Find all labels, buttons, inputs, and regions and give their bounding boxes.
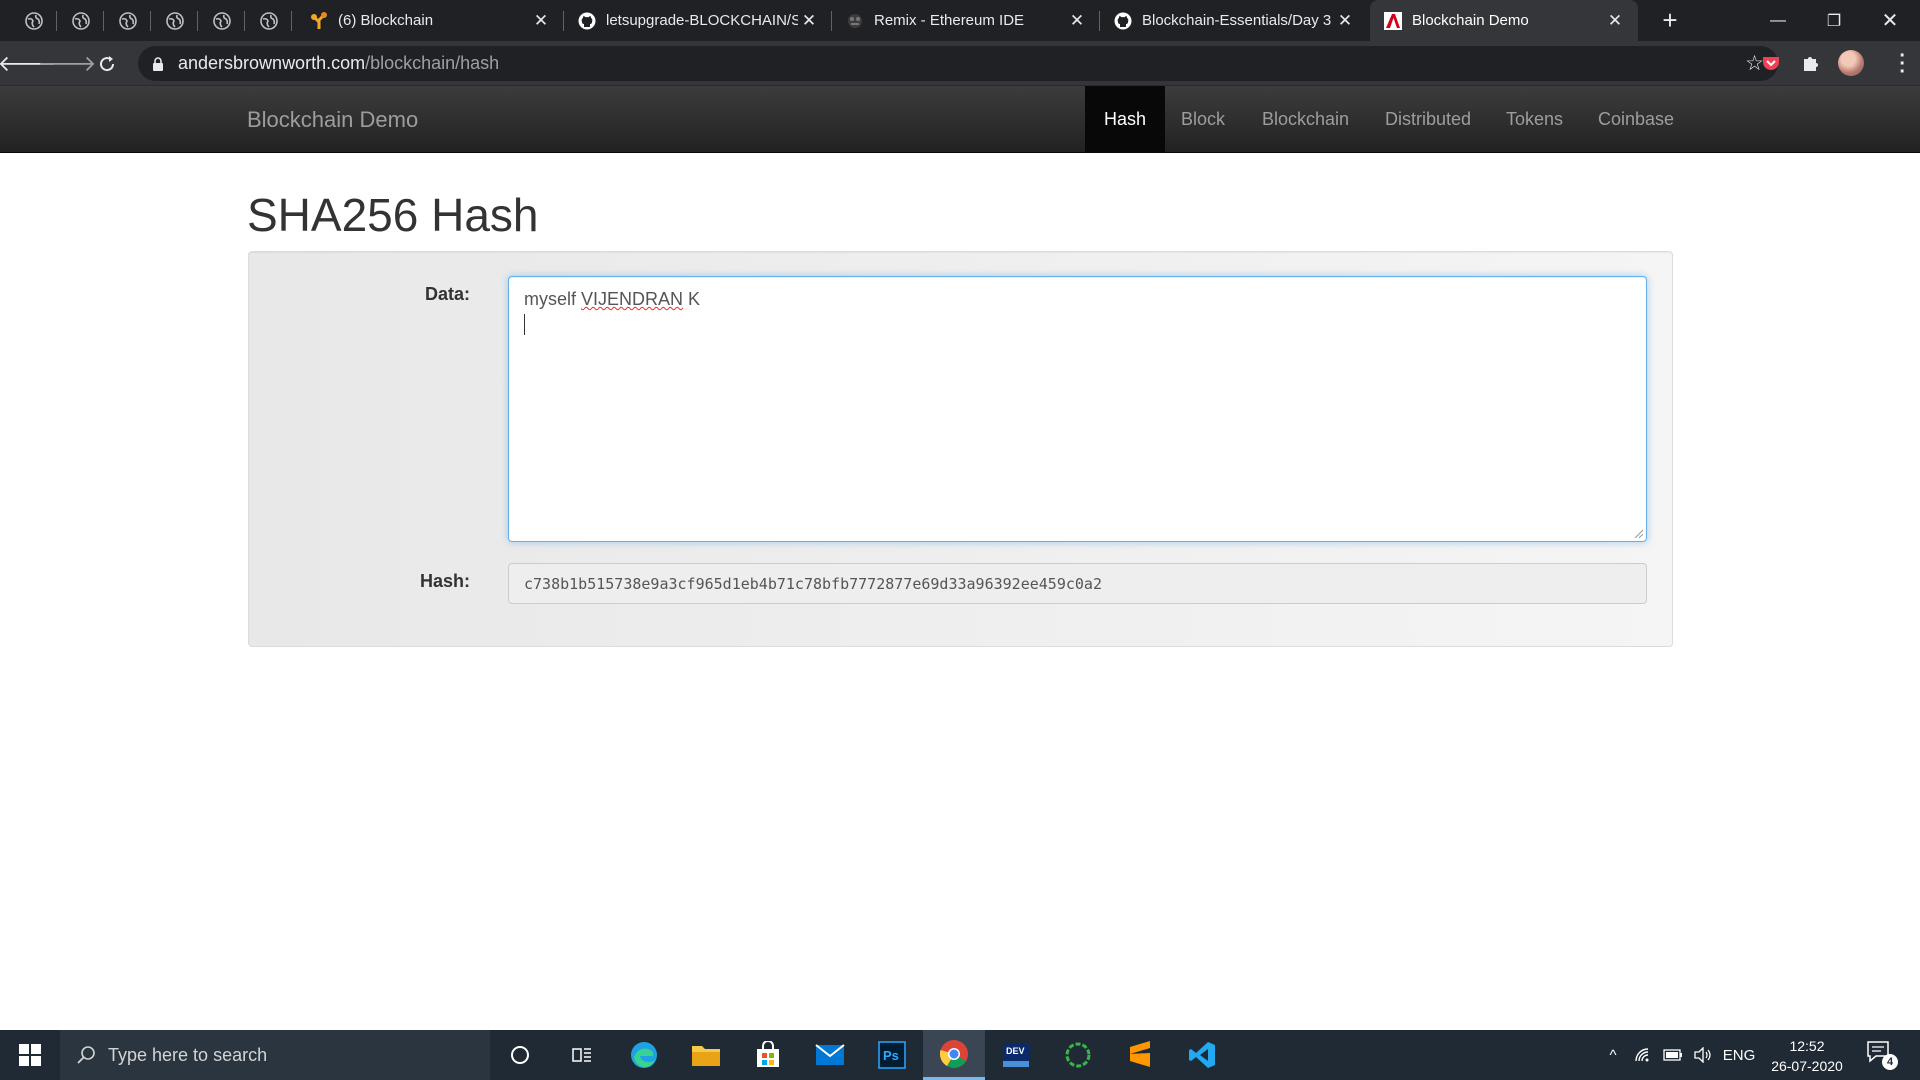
extensions-puzzle-icon[interactable]: [1798, 50, 1824, 76]
pinned-tab-2[interactable]: [57, 0, 104, 41]
svg-text:Ps: Ps: [883, 1048, 899, 1063]
page-title: SHA256 Hash: [247, 189, 539, 241]
close-tab-icon[interactable]: ✕: [1604, 10, 1626, 32]
restore-button[interactable]: ❐: [1806, 0, 1862, 41]
remix-icon: [846, 12, 864, 30]
chrome-menu-icon[interactable]: · · ·: [1899, 46, 1906, 82]
battery-icon[interactable]: [1658, 1030, 1688, 1080]
lock-icon: [153, 56, 163, 71]
nav-distributed[interactable]: Distributed: [1366, 86, 1490, 153]
misspelled-word: VIJENDRAN: [581, 289, 684, 309]
file-explorer-icon[interactable]: [675, 1030, 737, 1080]
tab-letsupgrade[interactable]: letsupgrade-BLOCKCHAIN/S ✕: [564, 0, 832, 41]
search-icon: [77, 1046, 95, 1064]
show-hidden-icons-chevron-icon[interactable]: ^: [1598, 1030, 1628, 1080]
tab-blockchain[interactable]: (6) Blockchain ✕: [296, 0, 564, 41]
loading-app-icon[interactable]: [1047, 1030, 1109, 1080]
pinned-tab-4[interactable]: [151, 0, 198, 41]
pinned-tab-1[interactable]: [10, 0, 57, 41]
tab-blockchain-demo[interactable]: Blockchain Demo ✕: [1370, 0, 1638, 41]
close-tab-icon[interactable]: ✕: [798, 10, 820, 32]
notification-badge: 4: [1882, 1054, 1898, 1070]
notification-center-icon[interactable]: 4: [1866, 1040, 1898, 1070]
nav-tokens[interactable]: Tokens: [1487, 86, 1582, 153]
svg-text:DEV: DEV: [1006, 1046, 1025, 1056]
taskbar-clock[interactable]: 12:52 26-07-2020: [1762, 1036, 1852, 1076]
text-caret: [524, 314, 525, 335]
tab-title: Blockchain Demo: [1412, 12, 1529, 29]
globe-icon: [259, 11, 278, 30]
hash-label: Hash:: [419, 571, 470, 591]
nav-block[interactable]: Block: [1162, 86, 1244, 153]
tab-remix[interactable]: Remix - Ethereum IDE ✕: [832, 0, 1100, 41]
wifi-icon[interactable]: [1628, 1030, 1658, 1080]
volume-icon[interactable]: [1688, 1030, 1718, 1080]
globe-icon: [71, 11, 90, 30]
tab-title: Blockchain-Essentials/Day 3: [1142, 12, 1332, 29]
minimize-button[interactable]: —: [1750, 0, 1806, 41]
globe-icon: [24, 11, 43, 30]
search-placeholder: Type here to search: [108, 1044, 268, 1065]
globe-icon: [118, 11, 137, 30]
close-tab-icon[interactable]: ✕: [530, 10, 552, 32]
nav-hash[interactable]: Hash: [1085, 86, 1166, 153]
windows-logo-icon: [19, 1044, 41, 1066]
pinned-tab-3[interactable]: [104, 0, 151, 41]
reload-icon: [100, 56, 115, 72]
start-button[interactable]: [0, 1030, 60, 1080]
blockchain-tree-icon: [310, 11, 328, 30]
site-brand[interactable]: Blockchain Demo: [247, 107, 418, 133]
data-label: Data:: [424, 284, 470, 304]
resize-handle-icon[interactable]: [1633, 528, 1643, 538]
hash-output-field[interactable]: c738b1b515738e9a3cf965d1eb4b71c78bfb7772…: [508, 563, 1647, 604]
globe-icon: [212, 11, 231, 30]
task-view-icon[interactable]: [551, 1030, 613, 1080]
sublime-text-icon[interactable]: [1109, 1030, 1171, 1080]
reload-button[interactable]: [90, 47, 124, 81]
tab-title: (6) Blockchain: [338, 12, 434, 29]
microsoft-store-icon[interactable]: [737, 1030, 799, 1080]
photoshop-icon[interactable]: Ps: [861, 1030, 923, 1080]
site-navbar: Blockchain Demo Hash Block Blockchain Di…: [0, 86, 1920, 153]
windows-taskbar: Type here to search Ps DEV ^ ENG 12:52 2…: [0, 1030, 1920, 1080]
new-tab-button[interactable]: +: [1654, 4, 1686, 36]
taskbar-search-box[interactable]: Type here to search: [60, 1030, 490, 1080]
pinned-tab-5[interactable]: [198, 0, 245, 41]
site-logo-icon: [1384, 11, 1402, 30]
globe-icon: [165, 11, 184, 30]
data-textarea[interactable]: myself VIJENDRAN K: [508, 276, 1647, 542]
close-tab-icon[interactable]: ✕: [1066, 10, 1088, 32]
tab-title: Remix - Ethereum IDE: [874, 12, 1025, 29]
cortana-icon[interactable]: [489, 1030, 551, 1080]
devcpp-icon[interactable]: DEV: [985, 1030, 1047, 1080]
github-icon: [1114, 12, 1132, 30]
pinned-tab-6[interactable]: [245, 0, 292, 41]
edge-browser-icon[interactable]: [613, 1030, 675, 1080]
close-window-button[interactable]: ✕: [1862, 0, 1918, 41]
vscode-icon[interactable]: [1171, 1030, 1233, 1080]
nav-coinbase[interactable]: Coinbase: [1579, 86, 1693, 153]
github-icon: [578, 12, 596, 30]
address-bar[interactable]: andersbrownworth.com/blockchain/hash ☆: [138, 46, 1778, 81]
pocket-extension-icon[interactable]: [1758, 50, 1784, 76]
browser-tab-strip: (6) Blockchain ✕ letsupgrade-BLOCKCHAIN/…: [0, 0, 1920, 41]
mail-icon[interactable]: [799, 1030, 861, 1080]
url-text[interactable]: andersbrownworth.com/blockchain/hash: [178, 53, 499, 74]
browser-toolbar: 🡐 🡒 andersbrownworth.com/blockchain/hash…: [0, 41, 1920, 86]
tab-blockchain-essentials[interactable]: Blockchain-Essentials/Day 3 ✕: [1100, 0, 1368, 41]
nav-blockchain[interactable]: Blockchain: [1243, 86, 1368, 153]
language-indicator[interactable]: ENG: [1718, 1030, 1760, 1080]
chrome-taskbar-icon[interactable]: [923, 1030, 985, 1080]
profile-avatar[interactable]: [1838, 50, 1864, 76]
tab-title: letsupgrade-BLOCKCHAIN/S: [606, 12, 798, 29]
close-tab-icon[interactable]: ✕: [1334, 10, 1356, 32]
forward-button[interactable]: 🡒: [38, 47, 97, 81]
